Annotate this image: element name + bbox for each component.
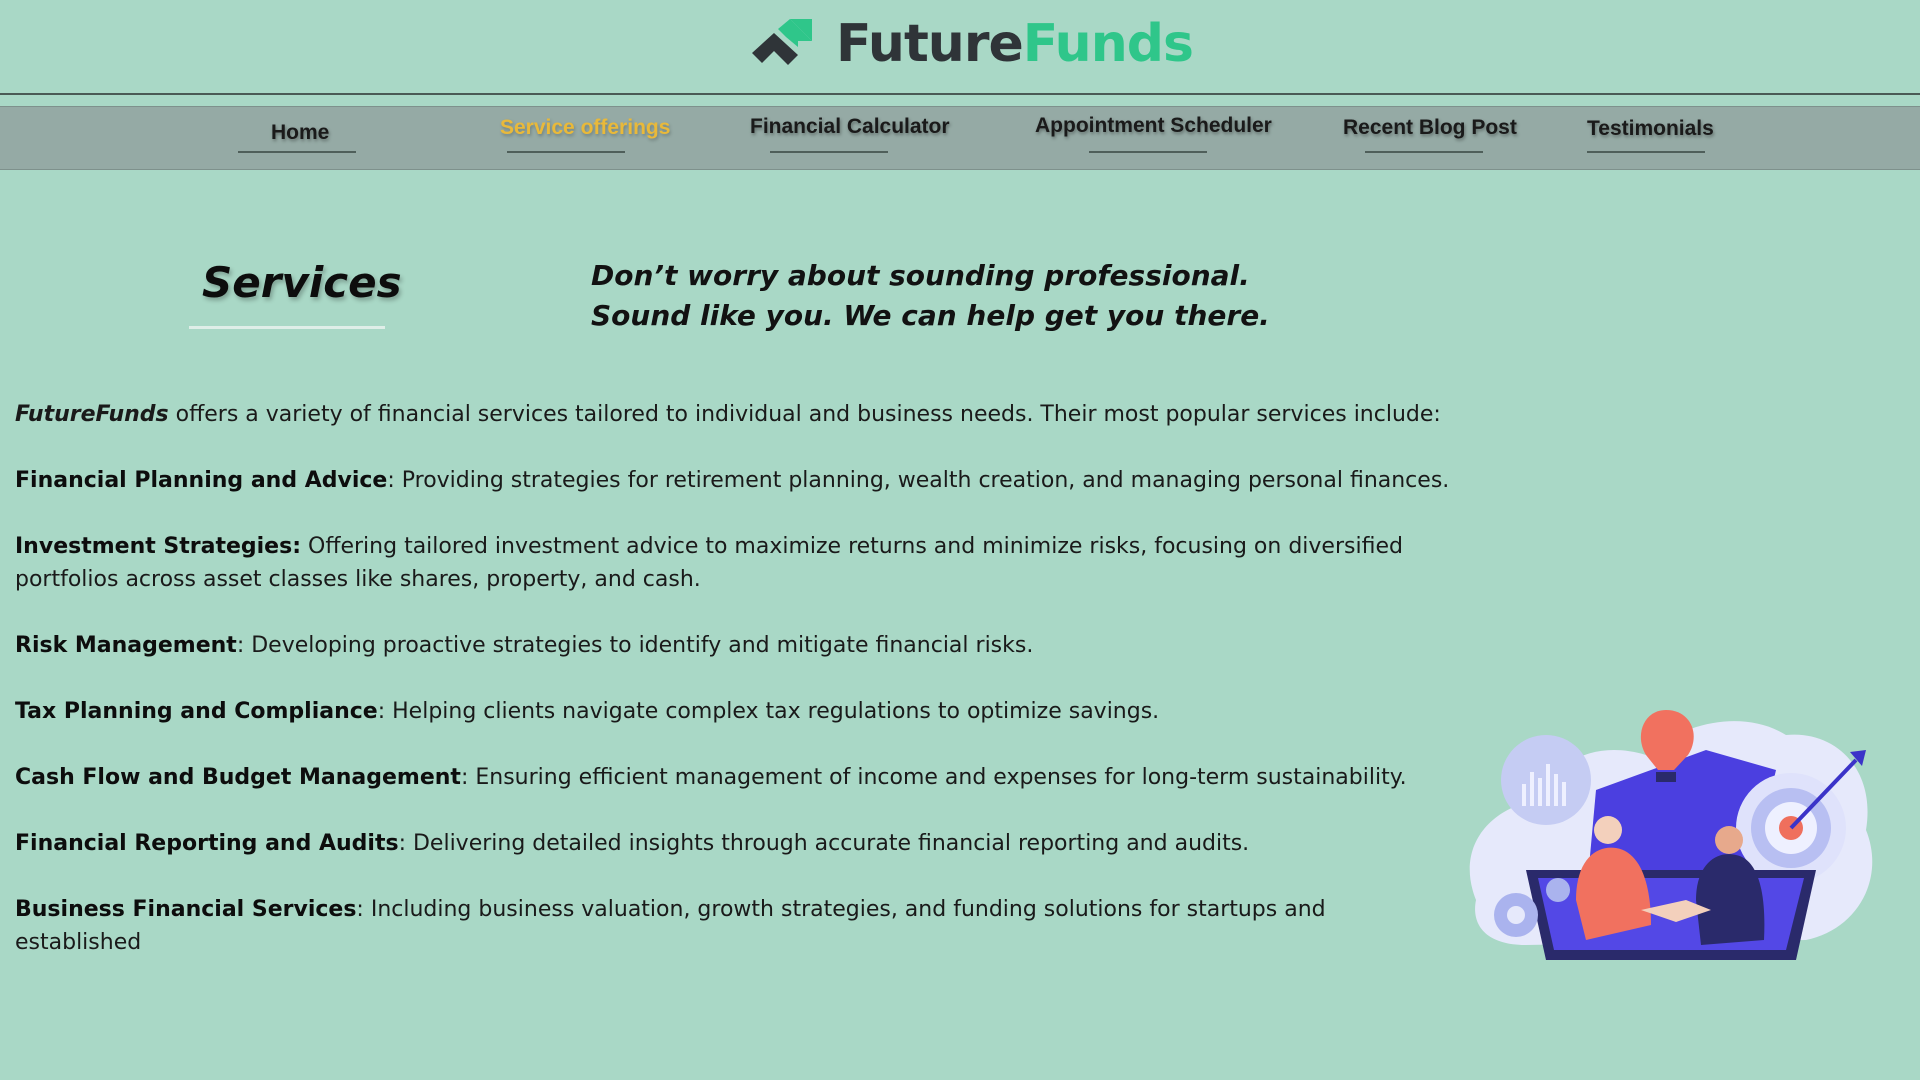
intro-paragraph: FutureFunds offers a variety of financia… bbox=[15, 398, 1505, 431]
nav-financial-calculator-underline bbox=[770, 151, 888, 153]
logo-chevron-icon bbox=[752, 19, 812, 65]
service-item: Investment Strategies: Offering tailored… bbox=[15, 530, 1505, 596]
service-sep bbox=[301, 534, 308, 559]
service-sep: : bbox=[377, 699, 393, 724]
service-name: Investment Strategies: bbox=[15, 534, 301, 559]
service-name: Financial Planning and Advice bbox=[15, 468, 388, 493]
nav-testimonials-underline bbox=[1587, 151, 1705, 153]
nav-appointment-scheduler-underline bbox=[1089, 151, 1207, 153]
intro-brand: FutureFunds bbox=[15, 402, 169, 427]
services-tagline: Don’t worry about sounding professional.… bbox=[591, 259, 1270, 332]
service-desc: Ensuring efficient management of income … bbox=[475, 765, 1407, 790]
service-name: Risk Management bbox=[15, 633, 237, 658]
service-sep: : bbox=[398, 831, 413, 856]
service-item: Financial Reporting and Audits: Deliveri… bbox=[15, 827, 1505, 860]
main-nav: Home Service offerings Financial Calcula… bbox=[0, 106, 1920, 170]
brand-logo[interactable]: FutureFunds bbox=[752, 14, 1194, 74]
brand-name-part1: Future bbox=[836, 14, 1024, 74]
nav-service-offerings-label: Service offerings bbox=[500, 116, 671, 139]
service-desc: Helping clients navigate complex tax reg… bbox=[392, 699, 1160, 724]
nav-testimonials-label: Testimonials bbox=[1587, 117, 1714, 140]
nav-service-offerings-underline bbox=[507, 151, 625, 153]
service-sep: : bbox=[460, 765, 476, 790]
service-desc: Developing proactive strategies to ident… bbox=[251, 633, 1034, 658]
brand-name: FutureFunds bbox=[836, 14, 1194, 74]
service-desc: Delivering detailed insights through acc… bbox=[412, 831, 1250, 856]
header-divider bbox=[0, 93, 1920, 95]
service-item: Financial Planning and Advice: Providing… bbox=[15, 464, 1505, 497]
service-item: Risk Management: Developing proactive st… bbox=[15, 629, 1505, 662]
service-name: Business Financial Services bbox=[15, 897, 357, 922]
intro-text: offers a variety of financial services t… bbox=[168, 402, 1441, 427]
service-item: Cash Flow and Budget Management: Ensurin… bbox=[15, 761, 1505, 794]
business-handshake-illustration bbox=[1469, 710, 1873, 960]
brand-name-part2: Funds bbox=[1022, 14, 1194, 74]
service-name: Tax Planning and Compliance bbox=[15, 699, 378, 724]
nav-financial-calculator-label: Financial Calculator bbox=[750, 115, 950, 138]
service-desc: Providing strategies for retirement plan… bbox=[401, 468, 1450, 493]
site-header: FutureFunds bbox=[0, 0, 1920, 95]
nav-appointment-scheduler-label: Appointment Scheduler bbox=[1035, 114, 1272, 137]
service-sep: : bbox=[356, 897, 371, 922]
service-sep: : bbox=[236, 633, 252, 658]
nav-recent-blog-post-underline bbox=[1365, 151, 1483, 153]
nav-home-underline bbox=[238, 151, 356, 153]
service-item: Tax Planning and Compliance: Helping cli… bbox=[15, 695, 1505, 728]
service-name: Financial Reporting and Audits bbox=[15, 831, 399, 856]
services-heading: Services bbox=[202, 258, 402, 307]
nav-recent-blog-post-label: Recent Blog Post bbox=[1343, 116, 1517, 139]
services-content: FutureFunds offers a variety of financia… bbox=[15, 398, 1505, 992]
service-item: Business Financial Services: Including b… bbox=[15, 893, 1435, 959]
service-sep: : bbox=[387, 468, 402, 493]
nav-home-label: Home bbox=[271, 121, 330, 144]
service-name: Cash Flow and Budget Management bbox=[15, 765, 461, 790]
services-heading-underline bbox=[189, 326, 385, 329]
